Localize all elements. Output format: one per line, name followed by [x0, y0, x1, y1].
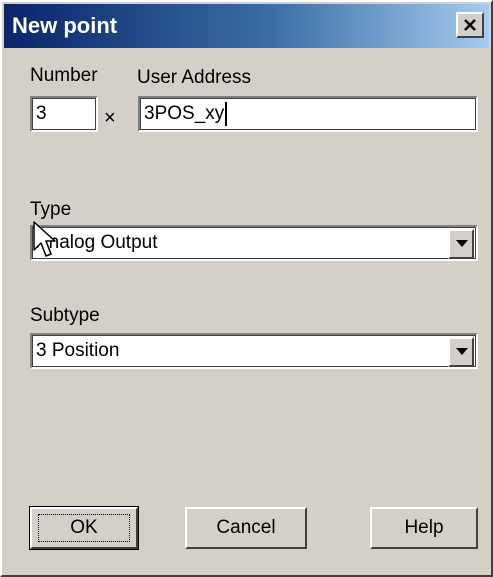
- chevron-down-icon: [456, 240, 468, 247]
- subtype-label: Subtype: [30, 305, 100, 326]
- cancel-button-label: Cancel: [216, 517, 276, 538]
- number-field[interactable]: 3: [30, 96, 98, 132]
- type-label: Type: [30, 199, 72, 220]
- user-address-value: 3POS_xy: [144, 103, 225, 124]
- subtype-dropdown-button[interactable]: [448, 337, 474, 367]
- mouse-pointer-icon: [33, 221, 56, 257]
- close-icon: [464, 19, 476, 31]
- user-address-label: User Address: [137, 67, 252, 88]
- separator-x: ×: [104, 107, 116, 129]
- subtype-selected-value: 3 Position: [36, 340, 120, 361]
- focus-indicator: [38, 514, 130, 542]
- help-button-label: Help: [404, 517, 444, 538]
- subtype-select[interactable]: 3 Position: [30, 333, 478, 369]
- number-label: Number: [30, 65, 98, 86]
- title-bar[interactable]: New point: [4, 4, 489, 48]
- cancel-button[interactable]: Cancel: [185, 507, 307, 549]
- number-field-value: 3: [36, 103, 47, 124]
- text-caret: [225, 101, 228, 126]
- close-button[interactable]: [456, 12, 484, 38]
- user-address-field[interactable]: 3POS_xy: [138, 96, 478, 132]
- type-dropdown-button[interactable]: [448, 229, 474, 259]
- window-title: New point: [12, 13, 118, 38]
- help-button[interactable]: Help: [370, 507, 478, 549]
- chevron-down-icon: [456, 348, 468, 355]
- type-select[interactable]: Analog Output: [30, 225, 478, 261]
- ok-button[interactable]: OK: [29, 506, 139, 550]
